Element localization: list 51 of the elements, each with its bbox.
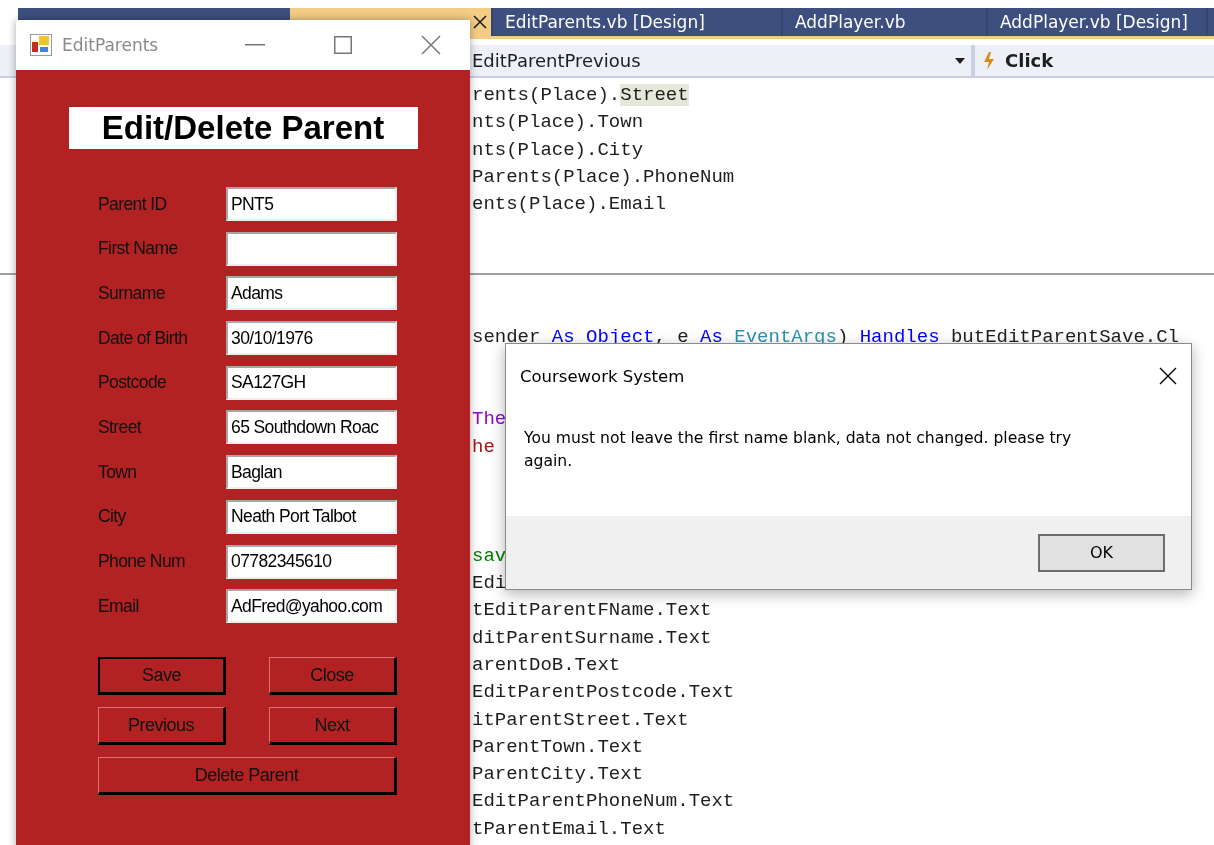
maximize-icon[interactable] <box>334 36 352 54</box>
field-label: Postcode <box>98 372 168 394</box>
text-field[interactable]: 07782345610 <box>226 544 397 579</box>
code-line: he <box>472 434 495 460</box>
code-line: ents(Place).Email <box>472 192 666 218</box>
form-heading: Edit/Delete Parent <box>68 107 418 149</box>
dialog-message: You must not leave the first name blank, data not changed. please try again. <box>524 428 1073 472</box>
close-icon[interactable] <box>473 15 487 29</box>
event-dropdown[interactable]: Click <box>975 45 1214 76</box>
code-line: rents(Place).Street <box>472 83 689 108</box>
text-field[interactable]: Neath Port Talbot <box>226 499 397 534</box>
code-line: tParentEmail.Text <box>472 816 666 842</box>
field-label: Email <box>98 595 140 617</box>
app-icon <box>30 34 52 56</box>
caret-icon <box>955 57 965 64</box>
code-line: ParentCity.Text <box>472 762 644 788</box>
text-field[interactable]: Adams <box>226 276 397 311</box>
text-field[interactable]: SA127GH <box>226 365 397 400</box>
lightning-icon <box>983 51 995 70</box>
field-label: Street <box>98 416 143 438</box>
field-label: Phone Num <box>98 551 186 572</box>
close-icon[interactable] <box>1159 367 1177 385</box>
document-tab[interactable] <box>470 8 493 36</box>
code-line: tEditParentFName.Text <box>472 598 712 624</box>
code-line: EditParentPhoneNum.Text <box>472 789 735 815</box>
text-field[interactable]: AdFred@yahoo.com <box>226 589 397 624</box>
field-label: Date of Birth <box>98 327 189 349</box>
code-line: itParentStreet.Text <box>472 707 689 733</box>
code-line: nts(Place).Town <box>472 110 644 136</box>
text-field[interactable]: PNT5 <box>226 187 397 221</box>
code-line: arentDoB.Text <box>472 652 621 678</box>
code-line: ParentTown.Text <box>472 734 644 760</box>
text-field[interactable] <box>226 231 397 266</box>
code-line: The <box>472 407 507 433</box>
window-title: EditParents <box>62 35 160 55</box>
field-label: Surname <box>98 282 166 304</box>
code-line: nts(Place).City <box>472 137 644 163</box>
text-field[interactable]: 30/10/1976 <box>226 321 397 356</box>
code-line: Parents(Place).PhoneNum <box>472 164 735 190</box>
field-label: City <box>98 506 127 528</box>
code-line: Edi <box>472 571 507 597</box>
text-field[interactable]: Baglan <box>226 455 397 490</box>
code-line: sav <box>472 543 507 569</box>
dialog-title: Coursework System <box>520 366 685 386</box>
field-label: First Name <box>98 238 179 260</box>
text-field[interactable]: 65 Southdown Roac <box>226 410 397 445</box>
field-label: Town <box>98 461 138 483</box>
field-label: Parent ID <box>98 193 168 215</box>
ok-button[interactable]: OK <box>1038 533 1165 572</box>
code-line: ditParentSurname.Text <box>472 625 712 651</box>
code-line: EditParentPostcode.Text <box>472 680 735 706</box>
